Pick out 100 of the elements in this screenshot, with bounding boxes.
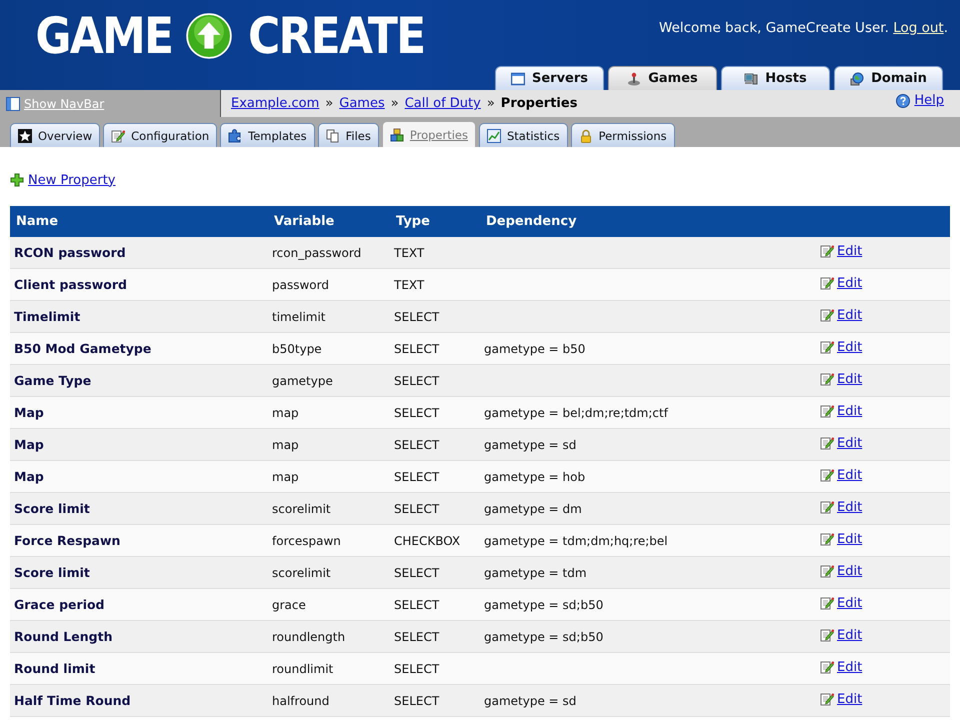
- edit-link[interactable]: Edit: [837, 500, 862, 515]
- table-cell: gametype = sd: [480, 684, 816, 716]
- column-header: Type: [390, 206, 480, 237]
- sidebar-icon: [6, 96, 20, 110]
- tab[interactable]: Statistics: [479, 123, 568, 147]
- breadcrumb-current: Properties: [500, 96, 578, 111]
- column-header: Dependency: [480, 206, 816, 237]
- table-cell: gametype = dm: [480, 492, 816, 524]
- tab[interactable]: Permissions: [570, 123, 675, 147]
- table-cell: Map: [10, 396, 268, 428]
- edit-icon: [820, 628, 834, 642]
- table-cell: SELECT: [390, 300, 480, 332]
- edit-link[interactable]: Edit: [837, 308, 862, 323]
- tab[interactable]: Templates: [220, 123, 315, 147]
- joystick-icon: [627, 72, 642, 86]
- table-cell: scorelimit: [268, 492, 390, 524]
- edit-link[interactable]: Edit: [837, 596, 862, 611]
- table-cell: halfround: [268, 684, 390, 716]
- table-cell: gametype = tdm;dm;hq;re;bel: [480, 524, 816, 556]
- table-cell: grace: [268, 588, 390, 620]
- breadcrumb-link[interactable]: Games: [339, 96, 385, 111]
- table-cell: Map: [10, 460, 268, 492]
- edit-link[interactable]: Edit: [837, 436, 862, 451]
- star-icon: [18, 128, 32, 142]
- help-link[interactable]: Help: [914, 93, 944, 108]
- breadcrumb-link[interactable]: Call of Duty: [404, 96, 481, 111]
- edit-link[interactable]: Edit: [837, 340, 862, 355]
- table-cell: SELECT: [390, 620, 480, 652]
- edit-link[interactable]: Edit: [837, 532, 862, 547]
- table-cell: SELECT: [390, 460, 480, 492]
- table-cell: Score limit: [10, 556, 268, 588]
- table-cell: TEXT: [390, 237, 480, 268]
- logout-link[interactable]: Log out: [893, 20, 944, 36]
- table-cell: Map: [10, 428, 268, 460]
- edit-link[interactable]: Edit: [837, 468, 862, 483]
- column-header: Name: [10, 206, 268, 237]
- nav-tab[interactable]: Hosts: [721, 66, 830, 90]
- table-cell: map: [268, 428, 390, 460]
- table-cell: gametype = b50: [480, 332, 816, 364]
- table-cell: roundlength: [268, 620, 390, 652]
- edit-link[interactable]: Edit: [837, 244, 862, 259]
- table-cell: TEXT: [390, 268, 480, 300]
- nav-tab[interactable]: Games: [608, 66, 717, 90]
- edit-link[interactable]: Edit: [837, 404, 862, 419]
- table-cell: gametype = hob: [480, 460, 816, 492]
- edit-link[interactable]: Edit: [837, 564, 862, 579]
- edit-icon: [820, 372, 834, 386]
- table-cell: Round Length: [10, 620, 268, 652]
- table-cell: SELECT: [390, 684, 480, 716]
- edit-icon: [820, 244, 834, 258]
- table-cell: map: [268, 396, 390, 428]
- table-cell: password: [268, 268, 390, 300]
- table-cell: scorelimit: [268, 556, 390, 588]
- table-cell: Game Type: [10, 364, 268, 396]
- table-cell: gametype = sd: [480, 428, 816, 460]
- welcome-message: Welcome back, GameCreate User. Log out.: [659, 20, 948, 36]
- tab[interactable]: Overview: [10, 123, 100, 147]
- table-cell: Half Time Round: [10, 684, 268, 716]
- help-icon: [896, 94, 910, 108]
- breadcrumb-link[interactable]: Example.com: [231, 96, 320, 111]
- table-cell: SELECT: [390, 652, 480, 684]
- table-cell: SELECT: [390, 428, 480, 460]
- table-cell: gametype: [268, 364, 390, 396]
- documents-icon: [326, 128, 340, 142]
- tab[interactable]: Files: [318, 123, 379, 147]
- edit-icon: [820, 564, 834, 578]
- logo-text: CREATE: [248, 8, 424, 64]
- plus-icon: [10, 173, 24, 187]
- table-cell: Grace period: [10, 588, 268, 620]
- edit-link[interactable]: Edit: [837, 276, 862, 291]
- table-cell: SELECT: [390, 556, 480, 588]
- edit-icon: [820, 404, 834, 418]
- edit-link[interactable]: Edit: [837, 628, 862, 643]
- breadcrumb-separator: »: [390, 96, 399, 111]
- edit-link[interactable]: Edit: [837, 660, 862, 675]
- breadcrumb-separator: »: [486, 96, 495, 111]
- table-cell: SELECT: [390, 332, 480, 364]
- table-cell: b50type: [268, 332, 390, 364]
- lock-icon: [578, 128, 593, 142]
- table-cell: Score limit: [10, 492, 268, 524]
- column-header: Variable: [268, 206, 390, 237]
- blocks-icon: [390, 128, 404, 142]
- table-cell: B50 Mod Gametype: [10, 332, 268, 364]
- table-cell: forcespawn: [268, 524, 390, 556]
- nav-tab[interactable]: Servers: [495, 66, 604, 90]
- new-property-link[interactable]: New Property: [28, 172, 116, 188]
- table-cell: gametype = sd;b50: [480, 620, 816, 652]
- tab[interactable]: Properties: [382, 121, 476, 147]
- edit-icon: [111, 128, 126, 142]
- edit-link[interactable]: Edit: [837, 692, 862, 707]
- table-cell: gametype = tdm: [480, 556, 816, 588]
- breadcrumb-separator: »: [325, 96, 334, 111]
- tab[interactable]: Configuration: [103, 123, 218, 147]
- table-cell: roundlimit: [268, 652, 390, 684]
- edit-icon: [820, 532, 834, 546]
- edit-link[interactable]: Edit: [837, 372, 862, 387]
- table-cell: CHECKBOX: [390, 524, 480, 556]
- nav-tab[interactable]: Domain: [834, 66, 943, 90]
- edit-icon: [820, 276, 834, 290]
- edit-icon: [820, 308, 834, 322]
